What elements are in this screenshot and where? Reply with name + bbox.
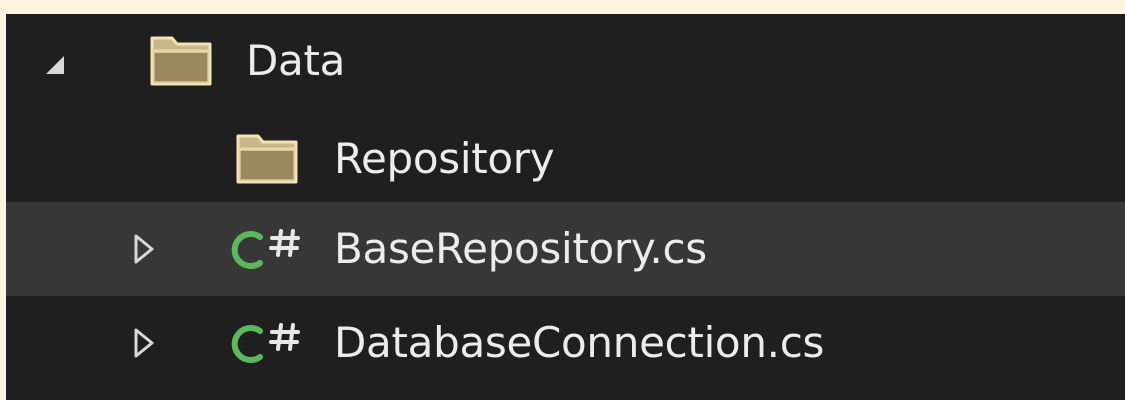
folder-icon (148, 34, 214, 88)
csharp-file-icon (230, 225, 310, 273)
folder-icon (234, 132, 300, 186)
expanded-triangle-icon[interactable] (44, 44, 68, 78)
csharp-file-icon (230, 319, 310, 367)
tree-item-data-folder[interactable]: Data (6, 14, 1125, 108)
collapsed-triangle-icon[interactable] (132, 326, 156, 360)
tree-item-label: BaseRepository.cs (334, 224, 707, 273)
tree-item-baserepository-file[interactable]: BaseRepository.cs (6, 202, 1125, 296)
tree-item-label: DatabaseConnection.cs (334, 318, 825, 367)
tree-item-repository-folder[interactable]: Repository (6, 112, 1125, 206)
solution-explorer-tree: Data Repository BaseRepository.cs Databa… (6, 14, 1125, 400)
collapsed-triangle-icon[interactable] (132, 232, 156, 266)
tree-item-label: Data (246, 36, 346, 85)
tree-item-label: Repository (334, 134, 555, 183)
tree-item-databaseconnection-file[interactable]: DatabaseConnection.cs (6, 296, 1125, 390)
